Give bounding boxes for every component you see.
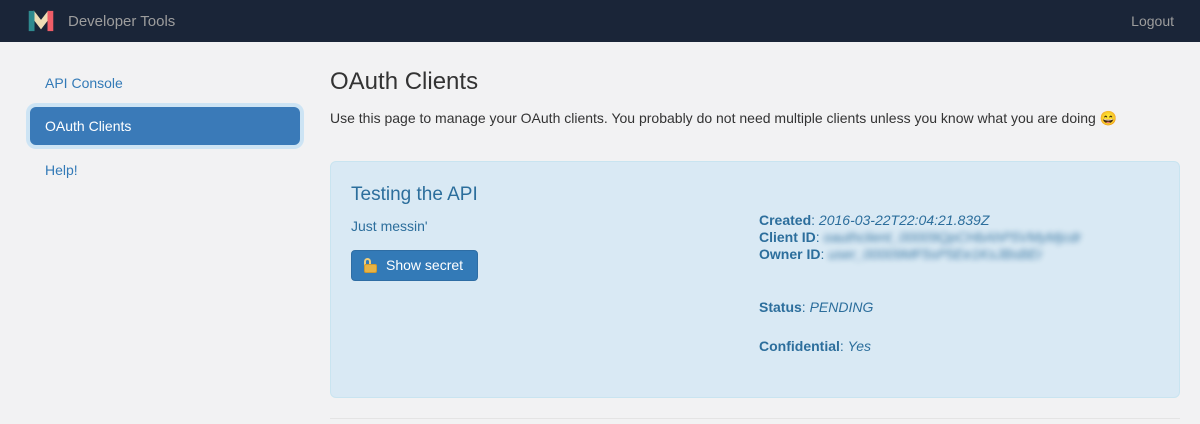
status-label: Status <box>759 299 810 315</box>
client-name: Testing the API <box>351 184 759 206</box>
client-meta-block: Created2016-03-22T22:04:21.839Z Client I… <box>759 212 1081 263</box>
show-secret-button[interactable]: Show secret <box>351 250 478 281</box>
created-label: Created <box>759 212 819 228</box>
page-description: Use this page to manage your OAuth clien… <box>330 108 1180 128</box>
confidential-label: Confidential <box>759 338 848 354</box>
client-id-row: Client IDoauthclient_00009QpCHbAhP5VMyMj… <box>759 229 1081 246</box>
confidential-row: ConfidentialYes <box>759 338 1081 355</box>
client-id-label: Client ID <box>759 229 824 245</box>
status-value: PENDING <box>810 299 874 315</box>
page-body: API Console OAuth Clients Help! OAuth Cl… <box>0 42 1200 419</box>
logout-link[interactable]: Logout <box>1131 13 1174 29</box>
client-details: Created2016-03-22T22:04:21.839Z Client I… <box>759 184 1081 357</box>
sidebar-item-api-console[interactable]: API Console <box>30 64 300 102</box>
client-id-value-blurred: oauthclient_00009QpCHbAhP5VMyMjcdr <box>824 229 1082 245</box>
footer-divider <box>330 418 1180 419</box>
app-title: Developer Tools <box>68 13 175 30</box>
owner-id-value-blurred: user_00009MF5sP5Ee1KsJBsBEr <box>828 246 1042 262</box>
main-content: OAuth Clients Use this page to manage yo… <box>330 64 1180 419</box>
client-description: Just messin' <box>351 218 759 234</box>
monzo-m-icon <box>28 9 54 33</box>
created-value: 2016-03-22T22:04:21.839Z <box>819 212 989 228</box>
open-padlock-icon <box>364 258 378 273</box>
navbar-brand-group: Developer Tools <box>28 9 175 33</box>
sidebar-item-help[interactable]: Help! <box>30 151 300 189</box>
oauth-client-card: Testing the API Just messin' Show secret… <box>330 161 1180 398</box>
created-row: Created2016-03-22T22:04:21.839Z <box>759 212 1081 229</box>
confidential-value: Yes <box>848 338 871 354</box>
status-row: StatusPENDING <box>759 299 1081 316</box>
monzo-logo[interactable] <box>28 9 54 33</box>
top-navbar: Developer Tools Logout <box>0 0 1200 42</box>
show-secret-label: Show secret <box>386 257 463 273</box>
owner-id-row: Owner IDuser_00009MF5sP5Ee1KsJBsBEr <box>759 246 1081 263</box>
sidebar-nav: API Console OAuth Clients Help! <box>30 64 300 419</box>
client-summary: Testing the API Just messin' Show secret <box>351 184 759 357</box>
sidebar-item-oauth-clients[interactable]: OAuth Clients <box>30 107 300 145</box>
page-title: OAuth Clients <box>330 68 1180 96</box>
owner-id-label: Owner ID <box>759 246 828 262</box>
